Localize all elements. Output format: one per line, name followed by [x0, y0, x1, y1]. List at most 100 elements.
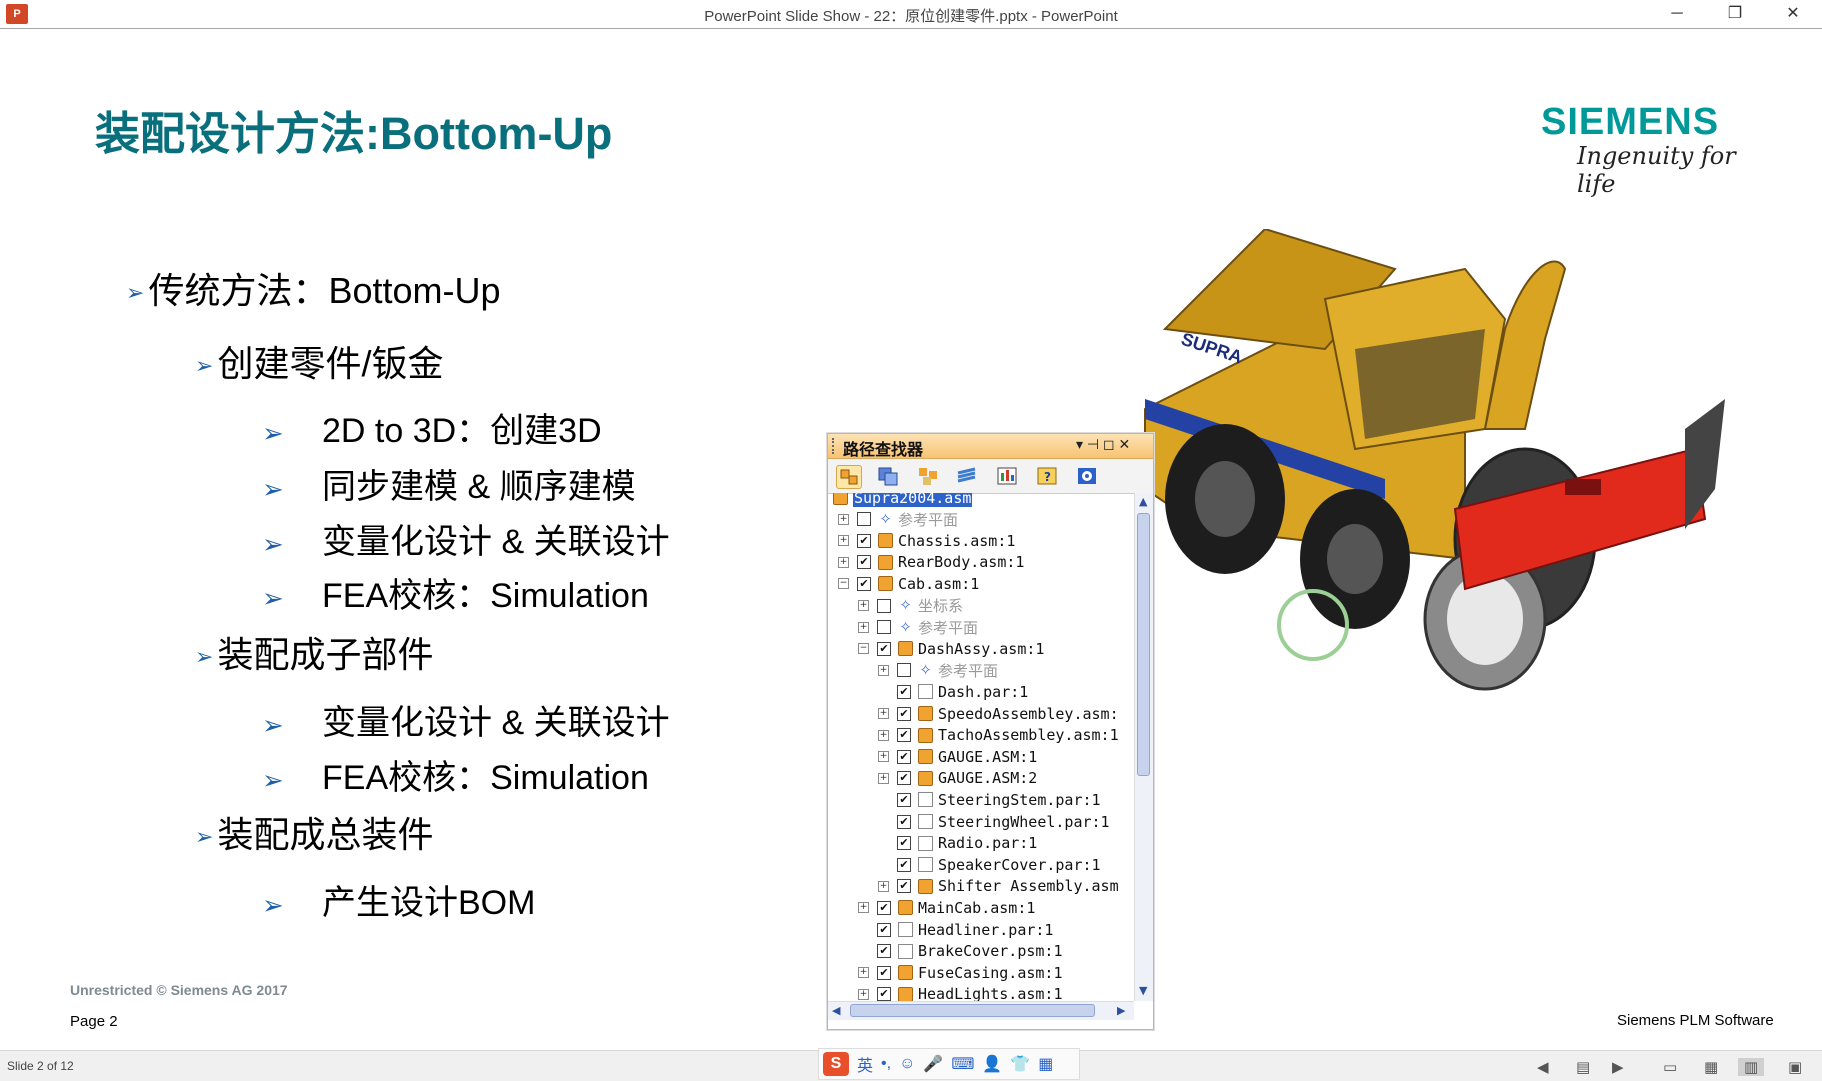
visibility-checkbox[interactable]: ✔: [897, 728, 911, 743]
slide-menu-button[interactable]: ▤: [1576, 1058, 1590, 1076]
tree-row[interactable]: + ✔ Shifter Assembly.asm: [878, 876, 1119, 897]
restore-button[interactable]: ❐: [1706, 0, 1764, 28]
expand-icon[interactable]: +: [878, 772, 889, 784]
tree-row[interactable]: + ✧ 参考平面: [838, 509, 958, 530]
visibility-checkbox[interactable]: [897, 663, 911, 678]
tree-row[interactable]: − ✔ Cab.asm:1: [838, 573, 979, 594]
visibility-checkbox[interactable]: ✔: [897, 706, 911, 721]
expand-icon[interactable]: +: [838, 556, 849, 568]
tree-row[interactable]: ✔ SteeringWheel.par:1: [878, 811, 1110, 832]
path-finder-panel[interactable]: 路径查找器 ▾ ⊣ ◻ ✕ ? Supra2004.asm + ✧ 参考平面 + ✔ Ch…: [827, 433, 1154, 1030]
ime-language-toggle[interactable]: 英: [857, 1052, 873, 1076]
expand-icon[interactable]: +: [878, 751, 889, 763]
help-icon[interactable]: ?: [1035, 465, 1059, 487]
expand-icon[interactable]: +: [858, 988, 869, 1000]
expand-icon[interactable]: +: [858, 902, 869, 914]
tree-row[interactable]: ✔ Headliner.par:1: [858, 919, 1053, 940]
path-finder-tree[interactable]: Supra2004.asm + ✧ 参考平面 + ✔ Chassis.asm:1 + ✔ Rea…: [828, 493, 1134, 1001]
ime-voice-icon[interactable]: 🎤: [923, 1054, 943, 1074]
tree-row[interactable]: ✔ Radio.par:1: [878, 833, 1037, 854]
visibility-checkbox[interactable]: [857, 512, 871, 527]
slide-sorter-button[interactable]: ▦: [1704, 1058, 1718, 1076]
tree-row[interactable]: ✔ SpeakerCover.par:1: [878, 854, 1101, 875]
tree-row[interactable]: + ✔ RearBody.asm:1: [838, 552, 1024, 573]
tree-row[interactable]: + ✔ GAUGE.ASM:2: [878, 768, 1037, 789]
expand-icon[interactable]: +: [878, 664, 889, 676]
visibility-checkbox[interactable]: ✔: [897, 749, 911, 764]
visibility-checkbox[interactable]: ✔: [877, 641, 891, 656]
drag-grip-icon[interactable]: [832, 438, 837, 454]
tree-row[interactable]: − ✔ DashAssy.asm:1: [858, 638, 1044, 659]
visibility-checkbox[interactable]: ✔: [897, 814, 911, 829]
sensor-icon[interactable]: [995, 465, 1019, 487]
tree-row[interactable]: Supra2004.asm: [833, 493, 973, 508]
vertical-scroll-thumb[interactable]: [1137, 513, 1150, 776]
visibility-checkbox[interactable]: ✔: [897, 771, 911, 786]
close-button[interactable]: ✕: [1764, 0, 1822, 28]
ime-toolbar[interactable]: S 英 •, ☺ 🎤 ⌨ 👤 👕 ▦: [818, 1048, 1080, 1080]
visibility-checkbox[interactable]: ✔: [857, 576, 871, 591]
visibility-checkbox[interactable]: ✔: [857, 555, 871, 570]
tree-row[interactable]: + ✧ 参考平面: [878, 660, 998, 681]
ime-user-icon[interactable]: 👤: [982, 1054, 1002, 1074]
expand-icon[interactable]: +: [838, 513, 849, 525]
tree-row[interactable]: + ✔ MainCab.asm:1: [858, 897, 1035, 918]
tree-row[interactable]: + ✧ 参考平面: [858, 617, 978, 638]
ime-keyboard-icon[interactable]: ⌨: [951, 1054, 974, 1074]
horizontal-scrollbar[interactable]: ◀ ▶: [828, 1001, 1134, 1020]
feature-library-icon[interactable]: [916, 465, 940, 487]
ime-punctuation-toggle[interactable]: •,: [881, 1055, 891, 1073]
visibility-checkbox[interactable]: ✔: [897, 792, 911, 807]
tree-row[interactable]: + ✔ SpeedoAssembley.asm:: [878, 703, 1119, 724]
visibility-checkbox[interactable]: [877, 598, 891, 613]
tree-row[interactable]: + ✔ FuseCasing.asm:1: [858, 962, 1063, 983]
minimize-button[interactable]: ─: [1648, 0, 1706, 28]
vertical-scrollbar[interactable]: ▲ ▼: [1134, 493, 1153, 1001]
sogou-ime-icon[interactable]: S: [823, 1052, 849, 1076]
ime-emoji-icon[interactable]: ☺: [899, 1055, 915, 1073]
layers-icon[interactable]: [955, 465, 979, 487]
ime-menu-icon[interactable]: ▦: [1038, 1054, 1053, 1074]
tree-row[interactable]: ✔ Dash.par:1: [878, 681, 1028, 702]
tree-row[interactable]: + ✧ 坐标系: [858, 595, 963, 616]
parts-library-icon[interactable]: [876, 465, 900, 487]
scroll-down-icon[interactable]: ▼: [1139, 984, 1147, 997]
scroll-up-icon[interactable]: ▲: [1139, 495, 1147, 508]
visibility-checkbox[interactable]: ✔: [897, 836, 911, 851]
assembly-view-icon[interactable]: [836, 465, 862, 489]
expand-icon[interactable]: +: [858, 600, 869, 611]
visibility-checkbox[interactable]: ✔: [877, 987, 891, 1001]
expand-icon[interactable]: +: [878, 880, 889, 892]
next-slide-button[interactable]: ▶: [1612, 1058, 1624, 1076]
reading-view-button[interactable]: ▥: [1738, 1058, 1765, 1076]
panel-controls[interactable]: ▾ ⊣ ◻ ✕: [1076, 436, 1130, 453]
collapse-icon[interactable]: −: [858, 643, 869, 655]
tree-row[interactable]: + ✔ HeadLights.asm:1: [858, 984, 1063, 1001]
tree-row[interactable]: ✔ SteeringStem.par:1: [878, 789, 1101, 810]
tree-row[interactable]: + ✔ TachoAssembley.asm:1: [878, 725, 1119, 746]
previous-slide-button[interactable]: ◀: [1537, 1058, 1549, 1076]
scroll-right-icon[interactable]: ▶: [1117, 1004, 1125, 1017]
visibility-checkbox[interactable]: ✔: [897, 684, 911, 699]
visibility-checkbox[interactable]: ✔: [857, 533, 871, 548]
scroll-left-icon[interactable]: ◀: [832, 1004, 840, 1017]
expand-icon[interactable]: +: [878, 729, 889, 741]
tree-row[interactable]: + ✔ GAUGE.ASM:1: [878, 746, 1037, 767]
visibility-checkbox[interactable]: [877, 620, 891, 635]
expand-icon[interactable]: +: [878, 708, 889, 719]
expand-icon[interactable]: +: [858, 621, 869, 633]
visibility-checkbox[interactable]: ✔: [877, 965, 891, 980]
slideshow-view-button[interactable]: ▣: [1788, 1058, 1802, 1076]
visibility-checkbox[interactable]: ✔: [877, 944, 891, 959]
visibility-checkbox[interactable]: ✔: [877, 900, 891, 915]
visibility-checkbox[interactable]: ✔: [897, 879, 911, 894]
tree-row[interactable]: ✔ BrakeCover.psm:1: [858, 941, 1063, 962]
visibility-checkbox[interactable]: ✔: [897, 857, 911, 872]
tree-row[interactable]: + ✔ Chassis.asm:1: [838, 530, 1015, 551]
expand-icon[interactable]: +: [838, 535, 849, 547]
visibility-checkbox[interactable]: ✔: [877, 922, 891, 937]
ime-skin-icon[interactable]: 👕: [1010, 1054, 1030, 1074]
expand-icon[interactable]: +: [858, 967, 869, 979]
horizontal-scroll-thumb[interactable]: [850, 1004, 1095, 1017]
settings-icon[interactable]: [1075, 465, 1099, 487]
